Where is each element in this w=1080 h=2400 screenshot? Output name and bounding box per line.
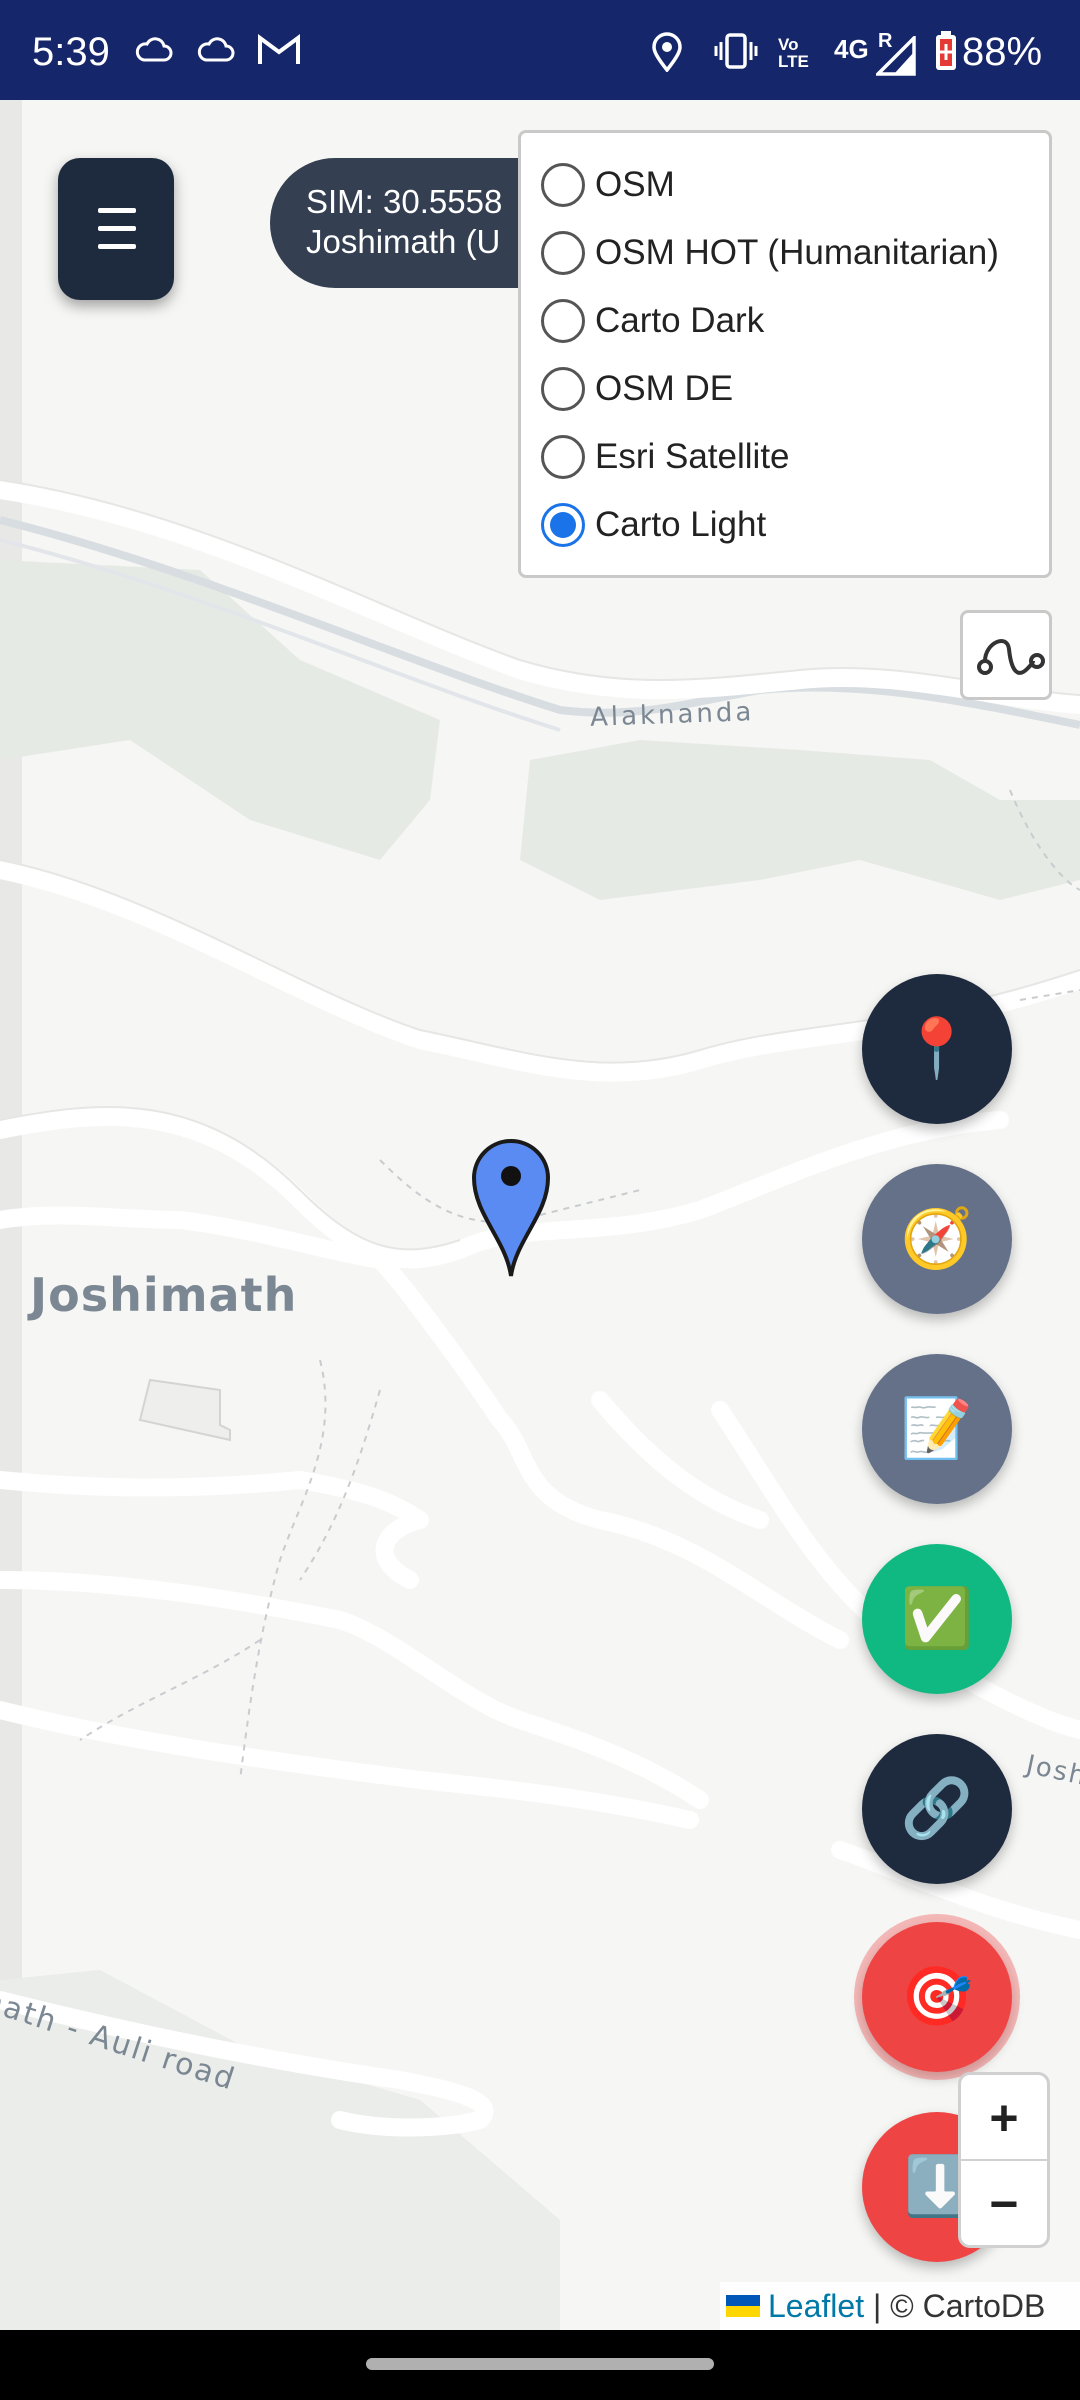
check-button[interactable]: ✅ xyxy=(862,1544,1012,1694)
location-marker-icon[interactable] xyxy=(466,1130,556,1280)
status-bar: 5:39 Vo LTE 4G R 88% xyxy=(0,0,1080,100)
layer-option-esri-satellite[interactable]: Esri Satellite xyxy=(541,429,790,485)
pin-icon: 📍 xyxy=(900,1016,974,1081)
radio-icon[interactable] xyxy=(541,163,585,207)
target-button[interactable]: 🎯 xyxy=(862,1922,1012,2072)
attribution-provider: © CartoDB xyxy=(890,2287,1046,2324)
zoom-in-button[interactable]: + xyxy=(961,2075,1047,2161)
home-gesture-handle[interactable] xyxy=(366,2358,714,2370)
radio-checked-icon[interactable] xyxy=(541,503,585,547)
layer-option-carto-dark[interactable]: Carto Dark xyxy=(541,293,764,349)
location-icon xyxy=(652,32,682,72)
network-type: 4G xyxy=(834,34,869,64)
check-icon: ✅ xyxy=(900,1586,974,1651)
route-icon xyxy=(977,639,1045,675)
radio-icon[interactable] xyxy=(541,367,585,411)
navigation-bar xyxy=(0,2330,1080,2400)
leaflet-link[interactable]: Leaflet xyxy=(768,2288,864,2325)
battery-icon xyxy=(936,31,956,70)
notes-button[interactable]: 📝 xyxy=(862,1354,1012,1504)
cloud-icon xyxy=(197,37,235,62)
menu-icon xyxy=(98,208,136,213)
layer-selector: OSM OSM HOT (Humanitarian) Carto Dark OS… xyxy=(518,130,1052,578)
gmail-icon xyxy=(258,34,300,64)
layer-option-osm-de[interactable]: OSM DE xyxy=(541,361,733,417)
link-button[interactable]: 🔗 xyxy=(862,1734,1012,1884)
layer-option-carto-light[interactable]: Carto Light xyxy=(541,497,766,553)
radio-icon[interactable] xyxy=(541,299,585,343)
cloud-icon xyxy=(135,37,173,62)
vibrate-icon xyxy=(714,33,758,69)
zoom-control: + − xyxy=(958,2072,1050,2248)
layer-option-osm[interactable]: OSM xyxy=(541,157,675,213)
attribution-separator: | xyxy=(864,2287,891,2324)
link-icon: 🔗 xyxy=(900,1776,974,1841)
radio-icon[interactable] xyxy=(541,435,585,479)
menu-button[interactable] xyxy=(58,158,174,300)
map-attribution: Leaflet | © CartoDB xyxy=(720,2282,1080,2330)
status-time: 5:39 xyxy=(32,30,110,74)
memo-icon: 📝 xyxy=(900,1396,974,1461)
route-toggle-button[interactable] xyxy=(960,610,1052,700)
compass-button[interactable]: 🧭 xyxy=(862,1164,1012,1314)
pin-button[interactable]: 📍 xyxy=(862,974,1012,1124)
ukraine-flag-icon xyxy=(726,2295,760,2317)
zoom-out-button[interactable]: − xyxy=(961,2161,1047,2247)
volte-icon: Vo LTE xyxy=(778,35,809,71)
river-label: Alaknanda xyxy=(589,697,755,733)
town-label: Joshimath xyxy=(30,1268,298,1322)
battery-percent: 88% xyxy=(962,30,1043,74)
signal-icon xyxy=(876,36,916,76)
target-icon: 🎯 xyxy=(900,1964,974,2029)
compass-icon: 🧭 xyxy=(900,1206,974,1271)
layer-option-osm-hot[interactable]: OSM HOT (Humanitarian) xyxy=(541,225,999,281)
radio-icon[interactable] xyxy=(541,231,585,275)
